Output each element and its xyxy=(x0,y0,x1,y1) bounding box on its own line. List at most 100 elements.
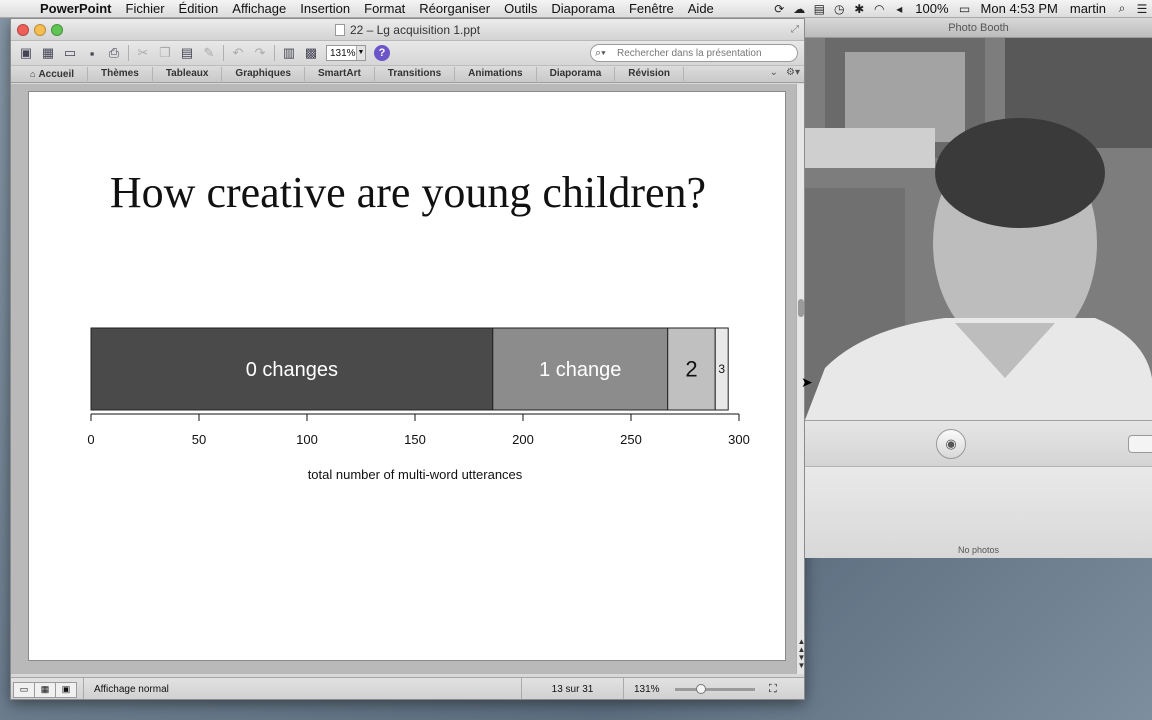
battery-icon[interactable]: ▭ xyxy=(955,2,975,16)
photo-booth-controls: ◉ xyxy=(805,420,1152,466)
tab-tableaux[interactable]: Tableaux xyxy=(153,67,223,81)
time-machine-icon[interactable]: ◷ xyxy=(829,2,849,16)
redo-icon: ↷ xyxy=(254,45,266,60)
slide-position: 13 sur 31 xyxy=(521,677,623,699)
save-button[interactable]: ▪ xyxy=(81,43,103,63)
tab-transitions[interactable]: Transitions xyxy=(375,67,456,81)
menu-app-powerpoint[interactable]: PowerPoint xyxy=(36,1,119,16)
status-bar: ▭ ▦ ▣ Affichage normal 13 sur 31 131% ⛶ xyxy=(11,677,804,699)
brush-icon: ✎ xyxy=(203,45,215,60)
spotlight-search-icon[interactable]: ⌕ xyxy=(1112,1,1132,16)
slide-editor: How creative are young children? 0 chang… xyxy=(11,84,796,674)
tab-graphiques[interactable]: Graphiques xyxy=(222,67,305,81)
bar-segment-label: 2 xyxy=(685,357,697,382)
camera-icon[interactable]: ◉ xyxy=(936,429,966,459)
scrollbar-thumb[interactable] xyxy=(798,299,804,317)
bar-segment-label: 3 xyxy=(718,362,725,376)
media-button[interactable]: ▩ xyxy=(300,43,322,63)
photo-tray: No photos xyxy=(805,466,1152,558)
wifi-icon[interactable]: ◠ xyxy=(869,2,889,16)
new-presentation-button[interactable]: ▣ xyxy=(15,43,37,63)
menu-reorganiser[interactable]: Réorganiser xyxy=(412,1,497,16)
menu-outils[interactable]: Outils xyxy=(497,1,544,16)
sync-icon[interactable]: ⟳ xyxy=(769,2,789,16)
media-icon: ▩ xyxy=(304,45,318,60)
x-tick-label: 200 xyxy=(512,432,534,447)
undo-button[interactable]: ↶ xyxy=(227,43,249,63)
fullscreen-icon[interactable]: ⤢ xyxy=(791,24,799,35)
cut-button[interactable]: ✂ xyxy=(132,43,154,63)
open-button[interactable]: ▭ xyxy=(59,43,81,63)
battery-level[interactable]: 100% xyxy=(909,1,954,16)
tab-smartart[interactable]: SmartArt xyxy=(305,67,375,81)
gear-icon[interactable]: ⚙▾ xyxy=(786,67,800,78)
window-title-text: 22 – Lg acquisition 1.ppt xyxy=(349,23,481,37)
search-icon: ⌕▾ xyxy=(595,46,606,59)
document-icon xyxy=(334,24,345,36)
slideshow-button[interactable]: ▣ xyxy=(55,681,77,698)
volume-icon[interactable]: ◂ xyxy=(889,2,909,16)
fit-to-window-icon[interactable]: ⛶ xyxy=(769,683,777,696)
menu-format[interactable]: Format xyxy=(357,1,412,16)
photo-booth-title[interactable]: Photo Booth xyxy=(805,18,1152,38)
ribbon-tabs: ⌂ Accueil Thèmes Tableaux Graphiques Smar… xyxy=(11,65,804,83)
save-icon: ▪ xyxy=(89,45,95,61)
slide-sorter-button[interactable]: ▦ xyxy=(34,681,56,698)
paste-button[interactable]: ▤ xyxy=(176,43,198,63)
effects-button[interactable] xyxy=(1128,435,1152,453)
camera-feed-image xyxy=(805,38,1152,420)
new-document-icon: ▣ xyxy=(19,45,33,60)
slide-layout-button[interactable]: ▥ xyxy=(278,43,300,63)
x-tick-label: 50 xyxy=(192,432,206,447)
open-folder-icon: ▭ xyxy=(63,45,77,60)
menu-diaporama[interactable]: Diaporama xyxy=(544,1,622,16)
x-tick-label: 250 xyxy=(620,432,642,447)
tab-accueil[interactable]: ⌂ Accueil xyxy=(17,67,89,81)
ribbon-tools: ⌄ ⚙▾ xyxy=(770,67,800,78)
format-painter-button[interactable]: ✎ xyxy=(198,43,220,63)
cloud-icon[interactable]: ☁ xyxy=(789,2,809,16)
tab-revision[interactable]: Révision xyxy=(615,67,684,81)
zoom-slider[interactable] xyxy=(675,684,755,694)
x-tick-label: 150 xyxy=(404,432,426,447)
print-button[interactable]: ⎙ xyxy=(103,43,125,63)
x-tick-label: 0 xyxy=(87,432,94,447)
redo-button[interactable]: ↷ xyxy=(249,43,271,63)
menubar-status-area: ⟳ ☁ ▤ ◷ ✱ ◠ ◂ 100% ▭ Mon 4:53 PM martin … xyxy=(769,0,1152,18)
view-label: Affichage normal xyxy=(83,677,521,699)
window-titlebar[interactable]: 22 – Lg acquisition 1.ppt ⤢ xyxy=(11,19,804,41)
collapse-ribbon-icon[interactable]: ⌄ xyxy=(770,67,778,78)
menu-fichier[interactable]: Fichier xyxy=(119,1,172,16)
layout-icon: ▥ xyxy=(282,45,296,60)
menubar: PowerPoint Fichier Édition Affichage Ins… xyxy=(0,0,1152,18)
script-icon[interactable]: ▤ xyxy=(809,2,829,16)
bluetooth-icon[interactable]: ✱ xyxy=(849,2,869,16)
notification-center-icon[interactable]: ☰ xyxy=(1132,2,1152,16)
zoom-slider-knob[interactable] xyxy=(696,684,706,694)
menu-aide[interactable]: Aide xyxy=(681,1,721,16)
help-button[interactable]: ? xyxy=(374,45,390,61)
zoom-select[interactable]: 131% ▼ xyxy=(326,45,366,61)
menu-fenetre[interactable]: Fenêtre xyxy=(622,1,681,16)
toolbar-separator xyxy=(223,45,224,61)
copy-button[interactable]: ❐ xyxy=(154,43,176,63)
menu-insertion[interactable]: Insertion xyxy=(293,1,357,16)
menu-edition[interactable]: Édition xyxy=(172,1,226,16)
slide-canvas[interactable]: How creative are young children? 0 chang… xyxy=(28,91,786,661)
normal-view-button[interactable]: ▭ xyxy=(13,681,35,698)
user-name[interactable]: martin xyxy=(1064,1,1112,16)
bar-segment-label: 0 changes xyxy=(246,359,338,381)
clock[interactable]: Mon 4:53 PM xyxy=(975,1,1064,16)
templates-button[interactable]: ▦ xyxy=(37,43,59,63)
menu-affichage[interactable]: Affichage xyxy=(225,1,293,16)
powerpoint-window: 22 – Lg acquisition 1.ppt ⤢ ▣ ▦ ▭ ▪ ⎙ ✂ … xyxy=(10,18,805,700)
stacked-bar-chart[interactable]: 0 changes 1 change 2 3 0 50 100 150 200 250 300 tot… xyxy=(29,92,785,660)
search-box[interactable]: ⌕▾ xyxy=(590,44,798,62)
slide-nav-arrows[interactable]: ▲ ▲ ▼ ▼ xyxy=(797,638,804,670)
search-input[interactable] xyxy=(617,47,787,59)
view-switcher: ▭ ▦ ▣ xyxy=(13,681,77,698)
tab-themes[interactable]: Thèmes xyxy=(88,67,153,81)
tab-animations[interactable]: Animations xyxy=(455,67,537,81)
zoom-percentage[interactable]: 131% xyxy=(623,677,669,699)
tab-diaporama[interactable]: Diaporama xyxy=(537,67,616,81)
